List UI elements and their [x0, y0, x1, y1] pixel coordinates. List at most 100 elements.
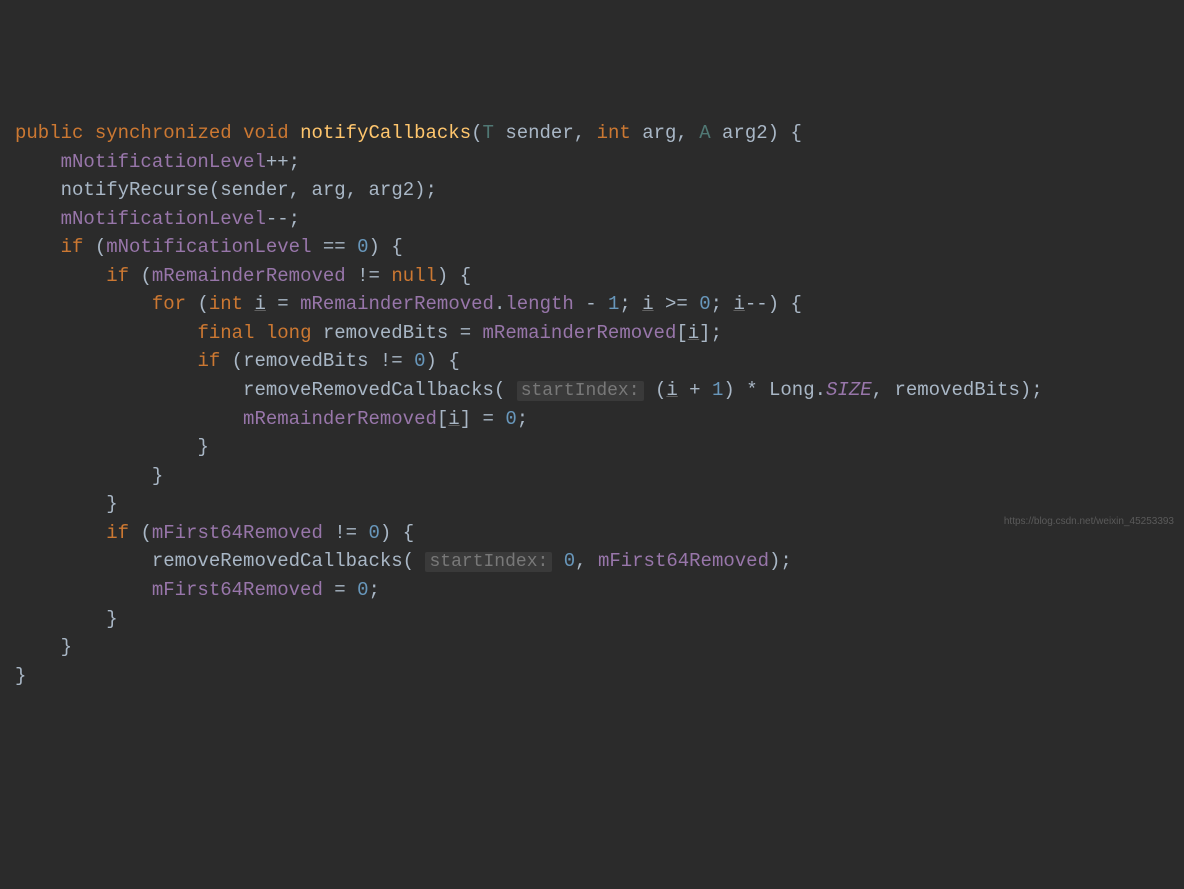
- param-hint-start-index: startIndex:: [425, 552, 552, 572]
- var-i: i: [642, 293, 653, 315]
- keyword-synchronized: synchronized: [95, 122, 232, 144]
- paren: (: [232, 350, 243, 372]
- method-call: removeRemovedCallbacks: [243, 379, 494, 401]
- param-hint-start-index: startIndex:: [517, 381, 644, 401]
- class-long: Long: [769, 379, 815, 401]
- field-remainder-removed: mRemainderRemoved: [300, 293, 494, 315]
- paren: ): [380, 522, 391, 544]
- keyword-long: long: [266, 322, 312, 344]
- op-inc: ++: [266, 151, 289, 173]
- op-gte: >=: [665, 293, 688, 315]
- arg-arg2: arg2: [369, 179, 415, 201]
- paren: (: [494, 379, 505, 401]
- field-notification-level: mNotificationLevel: [61, 208, 266, 230]
- paren: );: [1020, 379, 1043, 401]
- generic-type-a: A: [699, 122, 710, 144]
- var-i: i: [666, 379, 677, 401]
- var-i: i: [733, 293, 744, 315]
- op-neq: !=: [357, 265, 380, 287]
- keyword-void: void: [243, 122, 289, 144]
- field-first64-removed: mFirst64Removed: [598, 550, 769, 572]
- paren: ): [426, 350, 437, 372]
- comma: ,: [289, 179, 300, 201]
- keyword-int: int: [597, 122, 631, 144]
- comma: ,: [346, 179, 357, 201]
- brace: {: [790, 122, 801, 144]
- brace: }: [106, 493, 117, 515]
- paren: );: [414, 179, 437, 201]
- keyword-public: public: [15, 122, 83, 144]
- dot: .: [815, 379, 826, 401]
- field-first64-removed: mFirst64Removed: [152, 522, 323, 544]
- code-block: public synchronized void notifyCallbacks…: [15, 119, 1169, 690]
- brace: {: [460, 265, 471, 287]
- paren: (: [95, 236, 106, 258]
- number-zero: 0: [505, 408, 516, 430]
- paren: ): [723, 379, 734, 401]
- field-remainder-removed: mRemainderRemoved: [152, 265, 346, 287]
- op-eq: ==: [323, 236, 346, 258]
- semicolon: ;: [619, 293, 630, 315]
- op-assign: =: [277, 293, 288, 315]
- paren: ): [768, 293, 779, 315]
- brace: {: [403, 522, 414, 544]
- bracket: [: [676, 322, 687, 344]
- paren: ): [437, 265, 448, 287]
- param-arg2: arg2: [722, 122, 768, 144]
- paren: (: [140, 522, 151, 544]
- op-plus: +: [689, 379, 700, 401]
- comma: ,: [872, 379, 883, 401]
- op-assign: =: [483, 408, 494, 430]
- op-neq: !=: [334, 522, 357, 544]
- dot: .: [494, 293, 505, 315]
- keyword-if: if: [106, 522, 129, 544]
- keyword-if: if: [197, 350, 220, 372]
- method-call: removeRemovedCallbacks: [152, 550, 403, 572]
- number-one: 1: [608, 293, 619, 315]
- field-remainder-removed: mRemainderRemoved: [243, 408, 437, 430]
- field-first64-removed: mFirst64Removed: [152, 579, 323, 601]
- op-assign: =: [334, 579, 345, 601]
- semicolon: ;: [711, 293, 722, 315]
- paren: (: [140, 265, 151, 287]
- field-notification-level: mNotificationLevel: [61, 151, 266, 173]
- keyword-for: for: [152, 293, 186, 315]
- brace: {: [391, 236, 402, 258]
- var-i: i: [448, 408, 459, 430]
- comma: ,: [676, 122, 687, 144]
- number-zero: 0: [357, 236, 368, 258]
- op-neq: !=: [380, 350, 403, 372]
- keyword-final: final: [197, 322, 254, 344]
- number-zero: 0: [699, 293, 710, 315]
- comma: ,: [575, 550, 586, 572]
- bracket: [: [437, 408, 448, 430]
- semicolon: ;: [517, 408, 528, 430]
- bracket: ]: [460, 408, 471, 430]
- method-call: notifyRecurse: [61, 179, 209, 201]
- arg-arg: arg: [311, 179, 345, 201]
- number-zero: 0: [564, 550, 575, 572]
- brace: }: [152, 465, 163, 487]
- var-i: i: [254, 293, 265, 315]
- keyword-if: if: [61, 236, 84, 258]
- comma: ,: [574, 122, 585, 144]
- paren: (: [655, 379, 666, 401]
- number-zero: 0: [414, 350, 425, 372]
- number-zero: 0: [357, 579, 368, 601]
- paren-close: ): [768, 122, 779, 144]
- method-name: notifyCallbacks: [300, 122, 471, 144]
- var-removed-bits: removedBits: [243, 350, 368, 372]
- brace: {: [791, 293, 802, 315]
- keyword-int: int: [209, 293, 243, 315]
- field-notification-level: mNotificationLevel: [106, 236, 311, 258]
- paren: (: [209, 179, 220, 201]
- var-i: i: [688, 322, 699, 344]
- brace: }: [61, 636, 72, 658]
- paren: (: [197, 293, 208, 315]
- op-assign: =: [460, 322, 471, 344]
- paren: ): [369, 236, 380, 258]
- keyword-if: if: [106, 265, 129, 287]
- var-removed-bits: removedBits: [894, 379, 1019, 401]
- op-dec: --: [745, 293, 768, 315]
- paren: );: [769, 550, 792, 572]
